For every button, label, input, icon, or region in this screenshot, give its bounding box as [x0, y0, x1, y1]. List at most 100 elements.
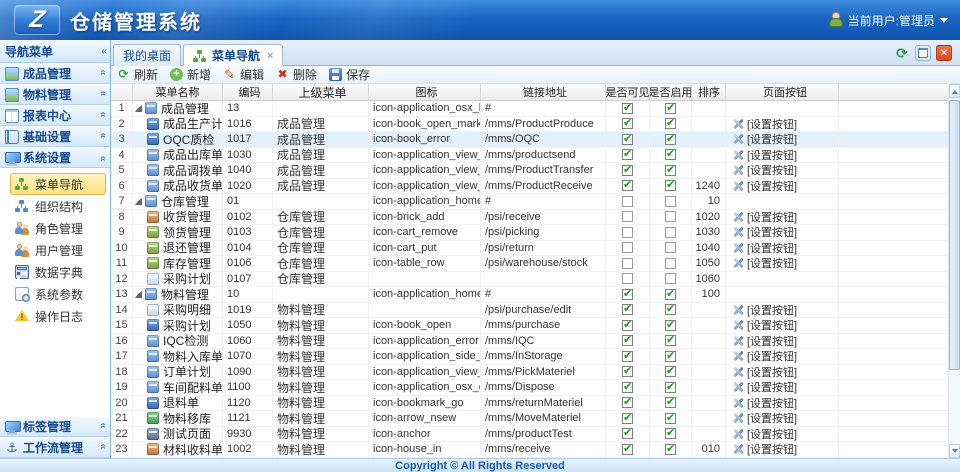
visible-checkbox[interactable]	[622, 165, 633, 176]
table-row[interactable]: 7仓库管理01icon-application_home#10	[111, 194, 948, 210]
table-row[interactable]: 19车间配料单1100物料管理icon-application_osx_casc…	[111, 380, 948, 396]
enabled-checkbox[interactable]	[665, 397, 676, 408]
set-buttons-link[interactable]: [设置按钮]	[732, 427, 797, 442]
sidebar-item-数据字典[interactable]: 数据字典	[10, 261, 106, 283]
visible-checkbox[interactable]	[622, 320, 633, 331]
column-header-图标[interactable]: 图标	[369, 84, 481, 100]
visible-checkbox[interactable]	[622, 351, 633, 362]
visible-checkbox[interactable]	[622, 444, 633, 455]
tree-expand-icon[interactable]	[135, 105, 142, 112]
table-row[interactable]: 8收货管理0102仓库管理icon-brick_add/psi/receive1…	[111, 210, 948, 226]
enabled-checkbox[interactable]	[665, 304, 676, 315]
set-buttons-link[interactable]: [设置按钮]	[732, 318, 797, 333]
table-row[interactable]: 20退料单1120物料管理icon-bookmark_go/mms/return…	[111, 396, 948, 412]
close-tab-button[interactable]: ✕	[936, 45, 952, 61]
sidebar-group-系统设置[interactable]: 系统设置«	[0, 147, 110, 168]
enabled-checkbox[interactable]	[665, 211, 676, 222]
set-buttons-link[interactable]: [设置按钮]	[732, 132, 797, 147]
enabled-checkbox[interactable]	[665, 180, 676, 191]
sidebar-item-角色管理[interactable]: 角色管理	[10, 217, 106, 239]
sidebar-group-报表中心[interactable]: 报表中心»	[0, 105, 110, 126]
set-buttons-link[interactable]: [设置按钮]	[732, 349, 797, 364]
visible-checkbox[interactable]	[622, 211, 633, 222]
visible-checkbox[interactable]	[622, 242, 633, 253]
visible-checkbox[interactable]	[622, 413, 633, 424]
table-row[interactable]: 4成品出库单1030成品管理icon-application_view_tile…	[111, 148, 948, 164]
enabled-checkbox[interactable]	[665, 444, 676, 455]
enabled-checkbox[interactable]	[665, 382, 676, 393]
visible-checkbox[interactable]	[622, 149, 633, 160]
column-header-上级菜单[interactable]: 上级菜单	[273, 84, 369, 100]
刷新-button[interactable]: ⟳刷新	[117, 66, 158, 83]
保存-button[interactable]: 保存	[329, 66, 370, 83]
set-buttons-link[interactable]: [设置按钮]	[732, 365, 797, 380]
enabled-checkbox[interactable]	[665, 428, 676, 439]
column-header-链接地址[interactable]: 链接地址	[481, 84, 606, 100]
enabled-checkbox[interactable]	[665, 289, 676, 300]
table-row[interactable]: 13物料管理10icon-application_home#100	[111, 287, 948, 303]
set-buttons-link[interactable]: [设置按钮]	[732, 396, 797, 411]
visible-checkbox[interactable]	[622, 304, 633, 315]
set-buttons-link[interactable]: [设置按钮]	[732, 179, 797, 194]
table-row[interactable]: 15采购计划1050物料管理icon-book_open/mms/purchas…	[111, 318, 948, 334]
chevron-down-icon[interactable]: »	[98, 93, 109, 97]
tab-我的桌面[interactable]: 我的桌面	[113, 44, 181, 66]
user-menu[interactable]: 当前用户:管理员	[829, 0, 948, 40]
visible-checkbox[interactable]	[622, 335, 633, 346]
table-row[interactable]: 9领货管理0103仓库管理icon-cart_remove/psi/pickin…	[111, 225, 948, 241]
visible-checkbox[interactable]	[622, 227, 633, 238]
set-buttons-link[interactable]: [设置按钮]	[732, 117, 797, 132]
visible-checkbox[interactable]	[622, 428, 633, 439]
table-row[interactable]: 10退还管理0104仓库管理icon-cart_put/psi/return10…	[111, 241, 948, 257]
enabled-checkbox[interactable]	[665, 351, 676, 362]
chevron-down-icon[interactable]: »	[98, 446, 109, 450]
set-buttons-link[interactable]: [设置按钮]	[732, 380, 797, 395]
enabled-checkbox[interactable]	[665, 242, 676, 253]
scroll-down-button[interactable]	[949, 444, 960, 458]
visible-checkbox[interactable]	[622, 134, 633, 145]
set-buttons-link[interactable]: [设置按钮]	[732, 256, 797, 271]
scroll-thumb[interactable]	[949, 100, 960, 370]
sidebar-group-成品管理[interactable]: 成品管理»	[0, 63, 110, 84]
column-header-排序[interactable]: 排序	[692, 84, 726, 100]
set-buttons-link[interactable]: [设置按钮]	[732, 210, 797, 225]
set-buttons-link[interactable]: [设置按钮]	[732, 225, 797, 240]
set-buttons-link[interactable]: [设置按钮]	[732, 303, 797, 318]
enabled-checkbox[interactable]	[665, 118, 676, 129]
enabled-checkbox[interactable]	[665, 149, 676, 160]
sidebar-item-系统参数[interactable]: 系统参数	[10, 283, 106, 305]
enabled-checkbox[interactable]	[665, 413, 676, 424]
chevron-down-icon[interactable]: »	[98, 114, 109, 118]
table-row[interactable]: 5成品调拨单1040成品管理icon-application_view_icon…	[111, 163, 948, 179]
table-row[interactable]: 11库存管理0106仓库管理icon-table_row/psi/warehou…	[111, 256, 948, 272]
visible-checkbox[interactable]	[622, 103, 633, 114]
table-row[interactable]: 21物料移库1121物料管理icon-arrow_nsew/mms/MoveMa…	[111, 411, 948, 427]
chevron-up-icon[interactable]: «	[98, 156, 109, 160]
visible-checkbox[interactable]	[622, 366, 633, 377]
table-row[interactable]: 22测试页面9930物料管理icon-anchor/mms/productTes…	[111, 427, 948, 443]
enabled-checkbox[interactable]	[665, 273, 676, 284]
enabled-checkbox[interactable]	[665, 196, 676, 207]
sidebar-item-操作日志[interactable]: 操作日志	[10, 305, 106, 327]
set-buttons-link[interactable]: [设置按钮]	[732, 442, 797, 457]
visible-checkbox[interactable]	[622, 180, 633, 191]
table-row[interactable]: 12采购计划0107仓库管理1060	[111, 272, 948, 288]
refresh-tabs-button[interactable]: ⟳	[894, 45, 910, 61]
sidebar-group-基础设置[interactable]: 基础设置»	[0, 126, 110, 147]
table-row[interactable]: 17物料入库单1070物料管理icon-application_side_exp…	[111, 349, 948, 365]
chevron-down-icon[interactable]: »	[98, 135, 109, 139]
enabled-checkbox[interactable]	[665, 165, 676, 176]
column-header-菜单名称[interactable]: 菜单名称	[133, 84, 223, 100]
sidebar-group-标签管理[interactable]: 标签管理»	[0, 416, 110, 437]
set-buttons-link[interactable]: [设置按钮]	[732, 411, 797, 426]
enabled-checkbox[interactable]	[665, 366, 676, 377]
enabled-checkbox[interactable]	[665, 258, 676, 269]
enabled-checkbox[interactable]	[665, 335, 676, 346]
enabled-checkbox[interactable]	[665, 134, 676, 145]
table-row[interactable]: 6成品收货单1020成品管理icon-application_view_list…	[111, 179, 948, 195]
column-header-页面按钮[interactable]: 页面按钮	[726, 84, 839, 100]
tree-expand-icon[interactable]	[135, 291, 142, 298]
scroll-up-button[interactable]	[949, 84, 960, 98]
sidebar-group-物料管理[interactable]: 物料管理»	[0, 84, 110, 105]
chevron-down-icon[interactable]: »	[98, 425, 109, 429]
